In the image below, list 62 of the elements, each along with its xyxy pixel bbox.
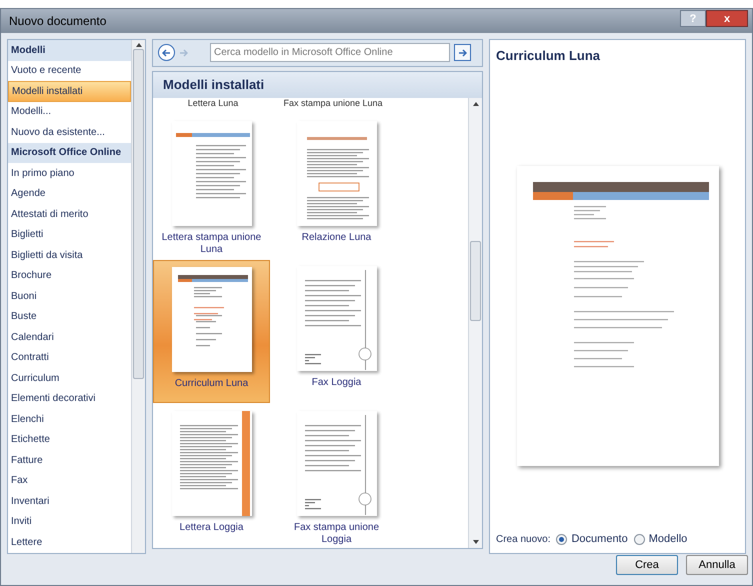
template-label: Lettera stampa unione Luna	[160, 232, 262, 256]
sidebar-item[interactable]: Biglietti	[8, 224, 131, 245]
radio-button[interactable]	[556, 534, 568, 544]
template-tile[interactable]: Fax stampa unione Loggia	[278, 404, 395, 548]
sidebar-item[interactable]: Buoni	[8, 286, 131, 306]
sidebar-item[interactable]: Modelli...	[8, 102, 131, 122]
sidebar-item[interactable]: Elenchi	[8, 409, 131, 430]
scroll-up-icon[interactable]	[136, 43, 142, 47]
template-tile[interactable]: Curriculum Luna	[153, 260, 270, 403]
search-go-button[interactable]	[454, 44, 471, 62]
radio-option[interactable]: Modello	[634, 530, 688, 548]
template-label: Lettera Loggia	[178, 522, 244, 534]
sidebar-item[interactable]: Inventari	[8, 491, 131, 512]
sidebar-item[interactable]: Calendari	[8, 327, 131, 348]
radio-option[interactable]: Documento	[556, 530, 628, 548]
template-label: Fax stampa unione Luna	[282, 98, 384, 108]
sidebar-item[interactable]: Modelli installati	[8, 81, 131, 102]
template-tile[interactable]: Lettera stampa unione Luna	[153, 114, 270, 258]
sidebar-item[interactable]: Agende	[8, 184, 131, 204]
create-new-label: Crea nuovo:	[496, 532, 550, 546]
template-label: Lettera Luna	[186, 98, 240, 108]
template-label: Fax stampa unione Loggia	[292, 522, 380, 546]
sidebar-item[interactable]: Lettere	[8, 532, 131, 552]
back-button[interactable]	[158, 44, 175, 62]
dialog-button[interactable]: Crea	[616, 555, 678, 575]
sidebar-item[interactable]: Inviti	[8, 512, 131, 532]
sidebar-item[interactable]: Nuovo da esistente...	[8, 122, 131, 142]
sidebar-item[interactable]: Elementi decorativi	[8, 388, 131, 409]
sidebar-item[interactable]: Vuoto e recente	[8, 60, 131, 81]
scrollbar[interactable]	[131, 40, 145, 553]
sidebar-item[interactable]: Curriculum	[8, 368, 131, 388]
sidebar-header: Microsoft Office Online	[8, 142, 131, 163]
template-label: Curriculum Luna	[174, 378, 250, 390]
sidebar-item[interactable]: Fatture	[8, 450, 131, 470]
right-arrow-icon	[458, 48, 467, 57]
sidebar-item[interactable]: Fax	[8, 470, 131, 491]
preview-title: Curriculum Luna	[496, 47, 602, 65]
window-title: Nuovo documento	[9, 13, 106, 30]
close-button[interactable]: x	[706, 10, 748, 26]
search-field[interactable]: Cerca modello in Microsoft Office Online	[210, 43, 450, 62]
scrollbar-thumb[interactable]	[133, 49, 144, 379]
sidebar-header: Modelli	[8, 40, 131, 60]
gallery-title: Modelli installati	[163, 76, 264, 94]
sidebar-item[interactable]: Attestati di merito	[8, 204, 131, 224]
scrollbar-thumb[interactable]	[470, 240, 481, 321]
scroll-up-icon[interactable]	[472, 102, 478, 106]
sidebar-item[interactable]: Brochure	[8, 266, 131, 286]
sidebar-item[interactable]: In primo piano	[8, 163, 131, 184]
sidebar-item[interactable]: Contratti	[8, 348, 131, 368]
template-tile[interactable]: Relazione Luna	[278, 114, 395, 258]
template-tile[interactable]: Lettera Loggia	[153, 404, 270, 548]
scrollbar[interactable]	[468, 98, 482, 548]
sidebar-item[interactable]: Buste	[8, 306, 131, 327]
radio-button[interactable]	[634, 534, 645, 544]
template-label: Relazione Luna	[300, 232, 372, 244]
sidebar-item[interactable]: Etichette	[8, 430, 131, 450]
left-arrow-icon	[162, 48, 171, 57]
scroll-down-icon[interactable]	[472, 540, 478, 544]
dialog-button[interactable]: Annulla	[686, 555, 748, 575]
template-tile[interactable]: Fax Loggia	[278, 260, 395, 403]
sidebar-item[interactable]: Biglietti da visita	[8, 245, 131, 266]
template-label: Fax Loggia	[310, 376, 362, 389]
